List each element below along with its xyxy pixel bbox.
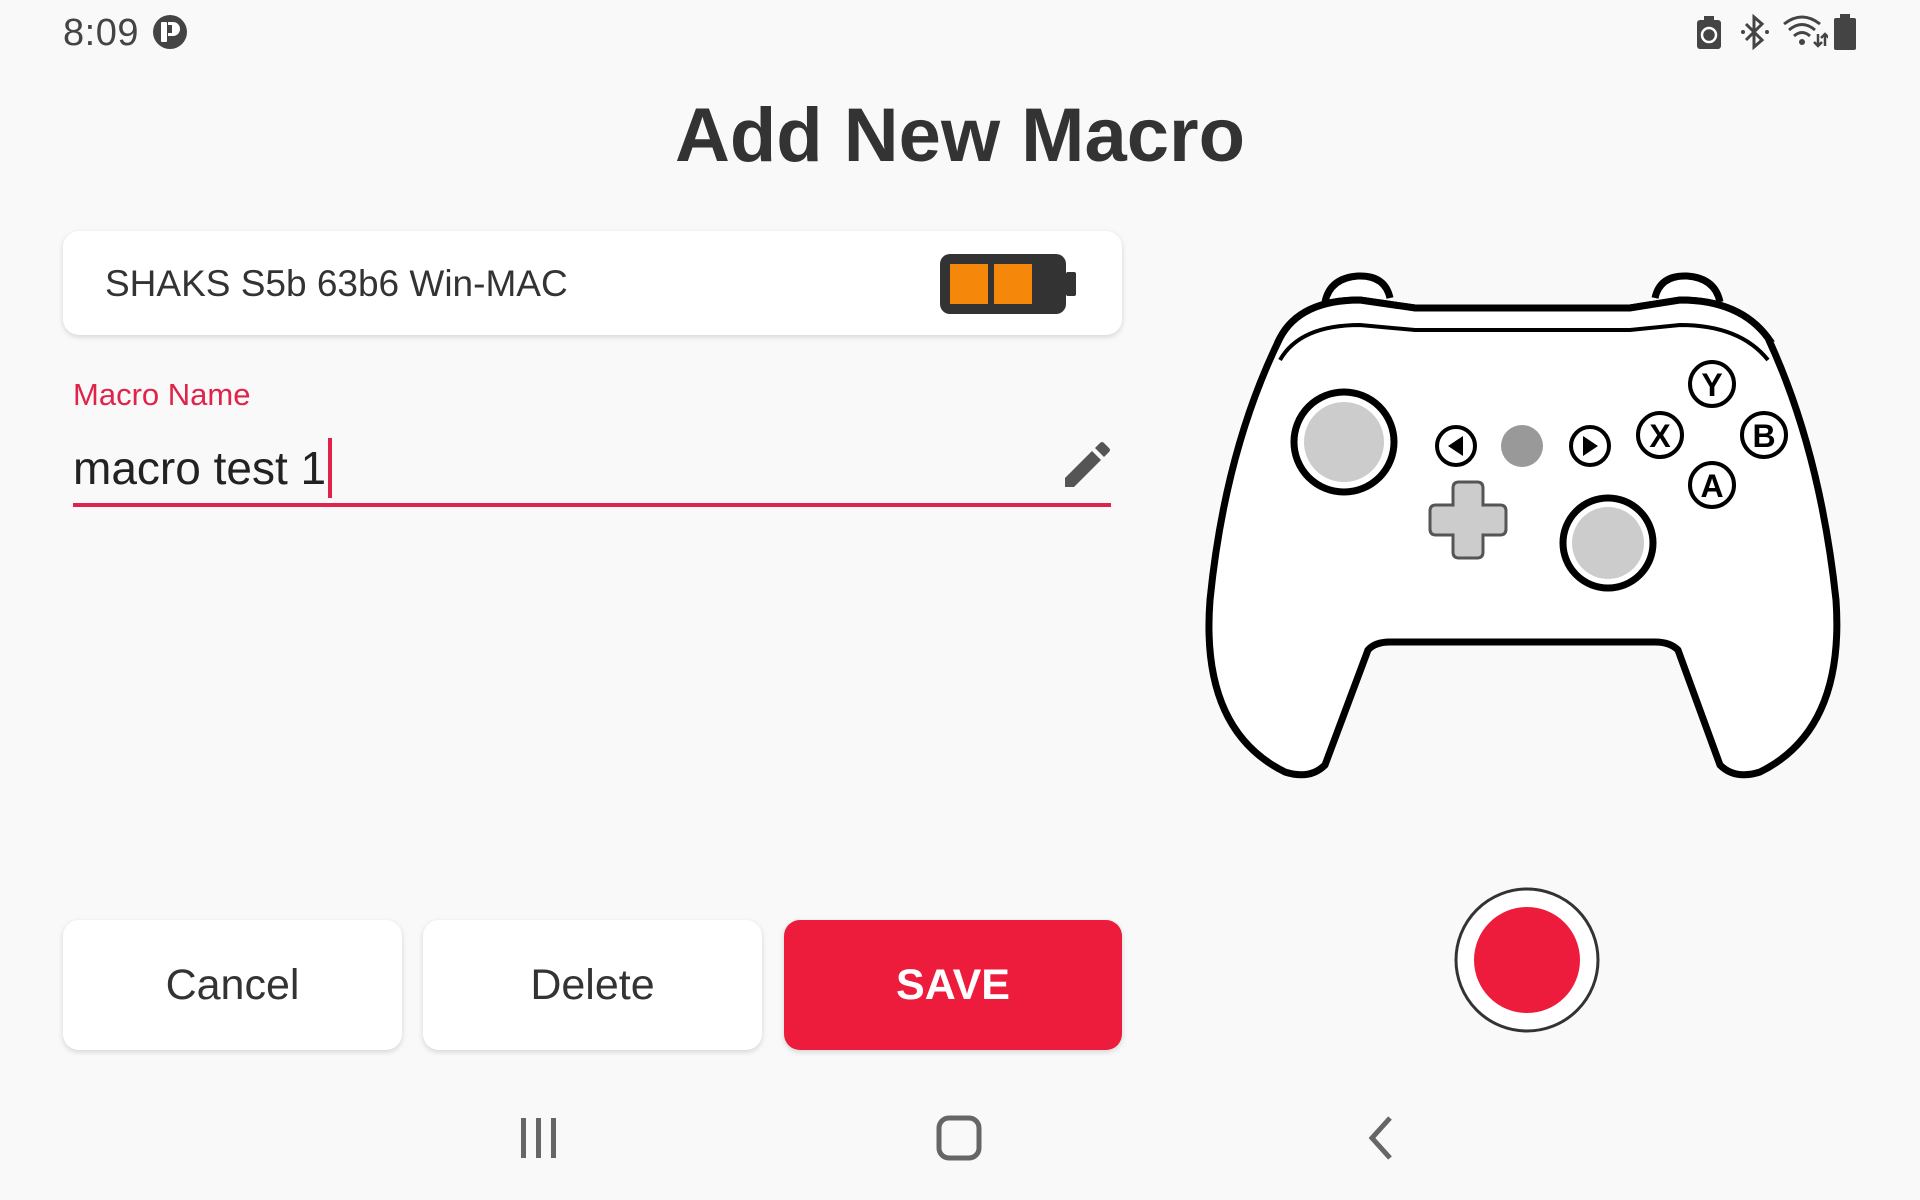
wifi-icon bbox=[1782, 14, 1830, 55]
home-button bbox=[1501, 425, 1543, 467]
device-name: SHAKS S5b 63b6 Win-MAC bbox=[105, 263, 568, 304]
macro-name-label: Macro Name bbox=[73, 377, 251, 412]
svg-text:X: X bbox=[1649, 418, 1671, 454]
status-bar: 8:09 bbox=[0, 0, 1920, 64]
face-button-y: Y bbox=[1688, 360, 1736, 408]
delete-button[interactable]: Delete bbox=[423, 920, 762, 1050]
record-button[interactable] bbox=[1452, 885, 1602, 1040]
svg-text:Y: Y bbox=[1701, 367, 1722, 403]
battery-saver-icon bbox=[1696, 16, 1722, 55]
save-button[interactable]: SAVE bbox=[784, 920, 1122, 1050]
macro-name-value: macro test 1 bbox=[73, 442, 327, 494]
device-card[interactable]: SHAKS S5b 63b6 Win-MAC bbox=[63, 231, 1122, 335]
macro-name-input[interactable]: macro test 1 bbox=[73, 425, 1111, 507]
page-title: Add New Macro bbox=[674, 93, 1246, 178]
back-icon[interactable] bbox=[1362, 1108, 1402, 1173]
face-button-x: X bbox=[1636, 411, 1684, 459]
home-icon[interactable] bbox=[934, 1108, 986, 1173]
recent-apps-icon[interactable] bbox=[515, 1108, 563, 1173]
app-notification-icon bbox=[152, 14, 188, 55]
battery-icon bbox=[1834, 14, 1856, 55]
text-caret bbox=[328, 437, 333, 498]
battery-level-icon bbox=[938, 252, 1078, 321]
bluetooth-icon bbox=[1740, 13, 1770, 55]
controller-illustration: Y X B A bbox=[1200, 270, 1860, 795]
face-button-a: A bbox=[1688, 461, 1736, 509]
svg-text:B: B bbox=[1752, 418, 1775, 454]
pencil-icon[interactable] bbox=[1059, 441, 1111, 498]
face-button-b: B bbox=[1740, 411, 1788, 459]
status-time: 8:09 bbox=[63, 12, 139, 54]
cancel-button[interactable]: Cancel bbox=[63, 920, 402, 1050]
svg-text:A: A bbox=[1700, 468, 1723, 504]
